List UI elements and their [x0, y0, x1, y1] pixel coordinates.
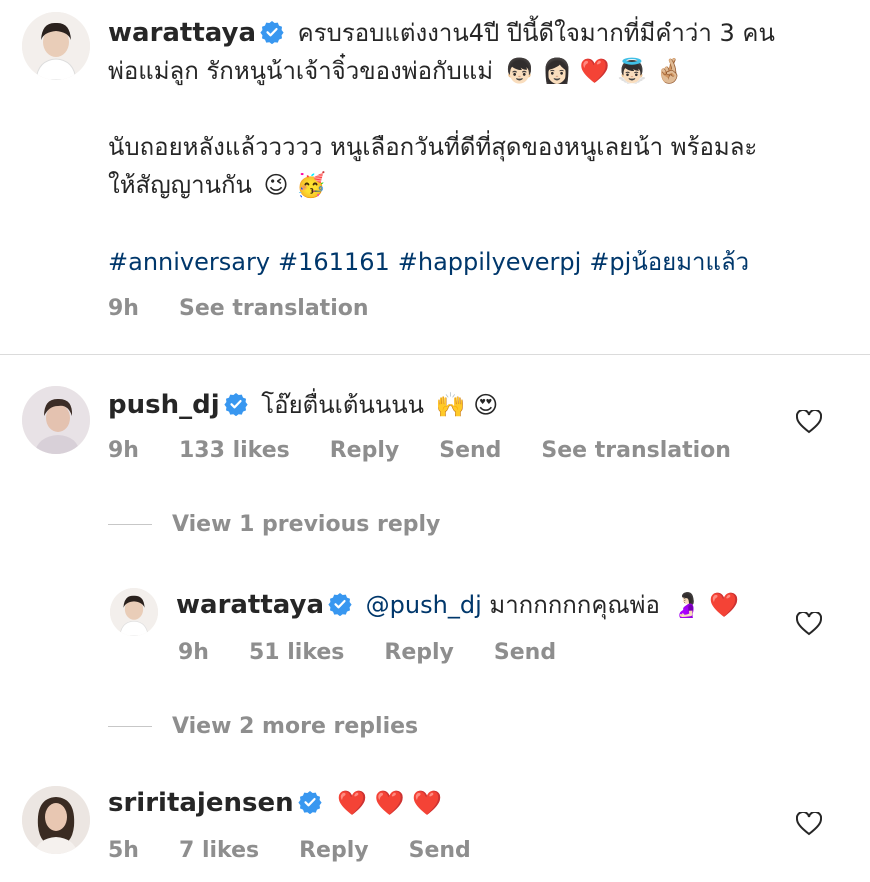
view-more-replies-label: View 2 more replies — [172, 714, 419, 739]
reply-likes[interactable]: 51 likes — [249, 640, 344, 665]
view-more-replies[interactable]: View 2 more replies — [108, 714, 418, 739]
comment-username[interactable]: push_dj — [108, 390, 220, 420]
caption-see-translation[interactable]: See translation — [179, 296, 369, 321]
avatar-warattaya-reply[interactable] — [110, 588, 158, 636]
reply-username[interactable]: warattaya — [176, 590, 324, 620]
verified-badge-icon — [297, 791, 322, 814]
reply-mention-link[interactable]: @push_dj — [366, 591, 482, 619]
comment-emoji: 🙌 😍 — [435, 391, 499, 419]
view-previous-replies-label: View 1 previous reply — [172, 512, 441, 537]
caption-emoji-line4: 😉 🥳 — [263, 171, 327, 199]
reply-emoji: 🤰🏻 ❤️ — [671, 591, 739, 619]
comment-meta: 9h 133 likes Reply Send See translation — [108, 438, 731, 463]
verified-badge-icon — [224, 393, 248, 416]
caption-meta: 9h See translation — [108, 296, 369, 321]
divider — [0, 354, 870, 355]
reply-text: มากกกกกคุณพ่อ — [489, 591, 660, 619]
heart-outline-icon[interactable] — [796, 410, 822, 434]
hashtag-link[interactable]: #happilyeverpj — [398, 248, 582, 276]
hashtag-list: #anniversary #161161 #happilyeverpj #pjน้อย… — [108, 242, 858, 281]
caption-text-line2: พ่อแม่ลูก รักหนูน้าเจ้าจิ๋วของพ่อกับแม่ — [108, 57, 494, 85]
caption-emoji-line2: 👦🏻 👩🏻 ❤️ 👼🏻 🤞🏼 — [504, 57, 685, 85]
comment-text: โอ๊ยตื่นเต้นนนน — [261, 391, 425, 419]
comment-likes[interactable]: 7 likes — [179, 838, 259, 863]
caption-username[interactable]: warattaya — [108, 18, 256, 48]
caption-text-line3: นับถอยหลังแล้ววววว หนูเลือกวันที่ดีที่สุ… — [108, 133, 758, 161]
reply-button[interactable]: Reply — [330, 438, 400, 463]
avatar-image — [110, 588, 158, 636]
reply-thread-line — [108, 726, 152, 727]
hashtag-link[interactable]: #pjน้อยมาแล้ว — [589, 248, 749, 276]
avatar-push-dj[interactable] — [22, 386, 90, 454]
hashtag-link[interactable]: #161161 — [278, 248, 390, 276]
avatar-image — [22, 386, 90, 454]
comment-time: 5h — [108, 838, 139, 863]
caption-text-line4: ให้สัญญานกัน — [108, 171, 252, 199]
heart-outline-icon[interactable] — [796, 612, 822, 636]
comment-row: sriritajensen ❤️ ❤️ ❤️ — [108, 784, 442, 822]
heart-outline-icon[interactable] — [796, 812, 822, 836]
avatar-image — [22, 12, 90, 80]
comment-username[interactable]: sriritajensen — [108, 788, 294, 818]
avatar-warattaya[interactable] — [22, 12, 90, 80]
send-button[interactable]: Send — [409, 838, 471, 863]
verified-badge-icon — [328, 593, 352, 616]
caption-text-line1: ครบรอบแต่งงาน4ปี ปีนี้ดีใจมากที่มีคำว่า … — [297, 19, 775, 47]
avatar-image — [22, 786, 90, 854]
reply-meta: 9h 51 likes Reply Send — [178, 640, 556, 665]
send-button[interactable]: Send — [439, 438, 501, 463]
avatar-sriritajensen[interactable] — [22, 786, 90, 854]
comment-meta: 5h 7 likes Reply Send — [108, 838, 471, 863]
reply-button[interactable]: Reply — [299, 838, 369, 863]
hashtag-link[interactable]: #anniversary — [108, 248, 270, 276]
verified-badge-icon — [260, 21, 284, 44]
view-previous-replies[interactable]: View 1 previous reply — [108, 512, 440, 537]
reply-row: warattaya @push_dj มากกกกกคุณพ่อ 🤰🏻 ❤️ — [176, 586, 739, 624]
caption-block: warattaya ครบรอบแต่งงาน4ปี ปีนี้ดีใจมากท… — [108, 14, 858, 281]
comment-likes[interactable]: 133 likes — [179, 438, 290, 463]
see-translation-button[interactable]: See translation — [541, 438, 731, 463]
comment-row: push_dj โอ๊ยตื่นเต้นนนน 🙌 😍 — [108, 386, 498, 424]
comment-time: 9h — [108, 438, 139, 463]
send-button[interactable]: Send — [494, 640, 556, 665]
comment-emoji: ❤️ ❤️ ❤️ — [337, 789, 443, 817]
reply-time: 9h — [178, 640, 209, 665]
reply-thread-line — [108, 524, 152, 525]
reply-button[interactable]: Reply — [384, 640, 454, 665]
caption-time: 9h — [108, 296, 139, 321]
